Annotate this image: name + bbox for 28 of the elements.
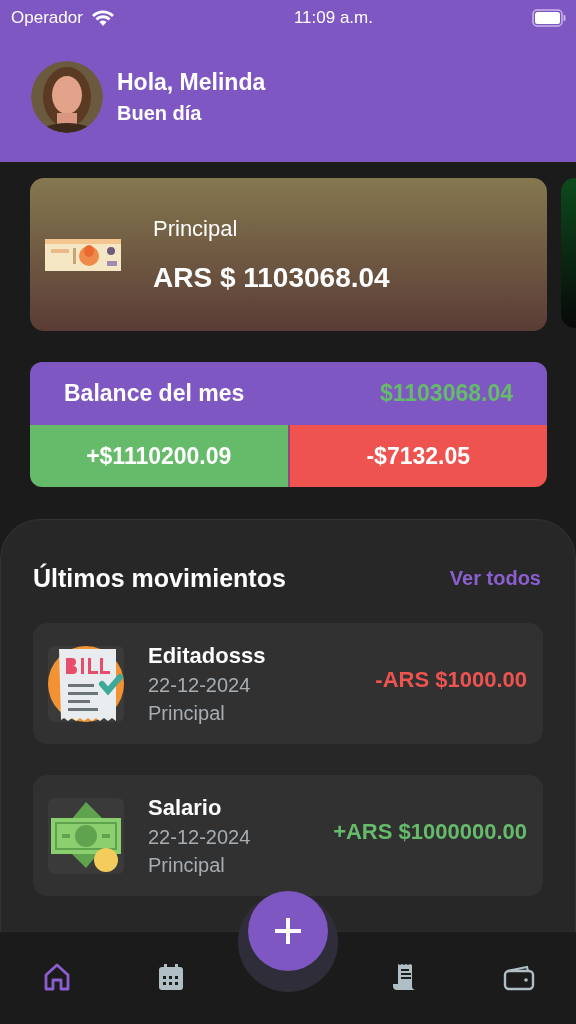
movement-amount: +ARS $1000000.00 [333,818,527,845]
movement-account: Principal [148,701,226,725]
movement-name: Editadosss [148,642,266,669]
carrier-name: Operador [11,8,83,28]
movement-date: 22-12-2024 [148,825,251,849]
cash-icon [48,797,124,874]
greeting-text: Hola, Melinda [117,69,266,96]
add-button[interactable] [248,891,328,971]
battery-icon [532,9,566,27]
movement-account: Principal [148,853,226,877]
bill-icon [48,645,124,722]
income-total: +$1110200.09 [30,425,288,487]
expense-total: -$7132.05 [287,425,547,487]
balance-title: Balance del mes [64,380,245,407]
balance-total: $1103068.04 [379,380,513,407]
movement-amount: -ARS $1000.00 [375,666,527,693]
greeting-subtitle: Buen día [117,102,203,125]
movement-card[interactable]: Salario 22-12-2024 Principal +ARS $1000000.00 [33,775,543,896]
wifi-icon [90,9,115,27]
plus-icon [273,916,303,946]
movement-card[interactable]: Editadosss 22-12-2024 Principal -ARS $1000.00 [33,623,543,744]
account-balance: ARS $ 1103068.04 [153,261,390,294]
status-time: 11:09 a.m. [293,8,373,28]
account-card[interactable]: Principal ARS $ 1103068.04 [30,178,547,331]
account-name: Principal [153,215,239,242]
section-title: Últimos movimientos [33,564,286,593]
movement-name: Salario [148,794,223,821]
movement-date: 22-12-2024 [148,673,252,697]
